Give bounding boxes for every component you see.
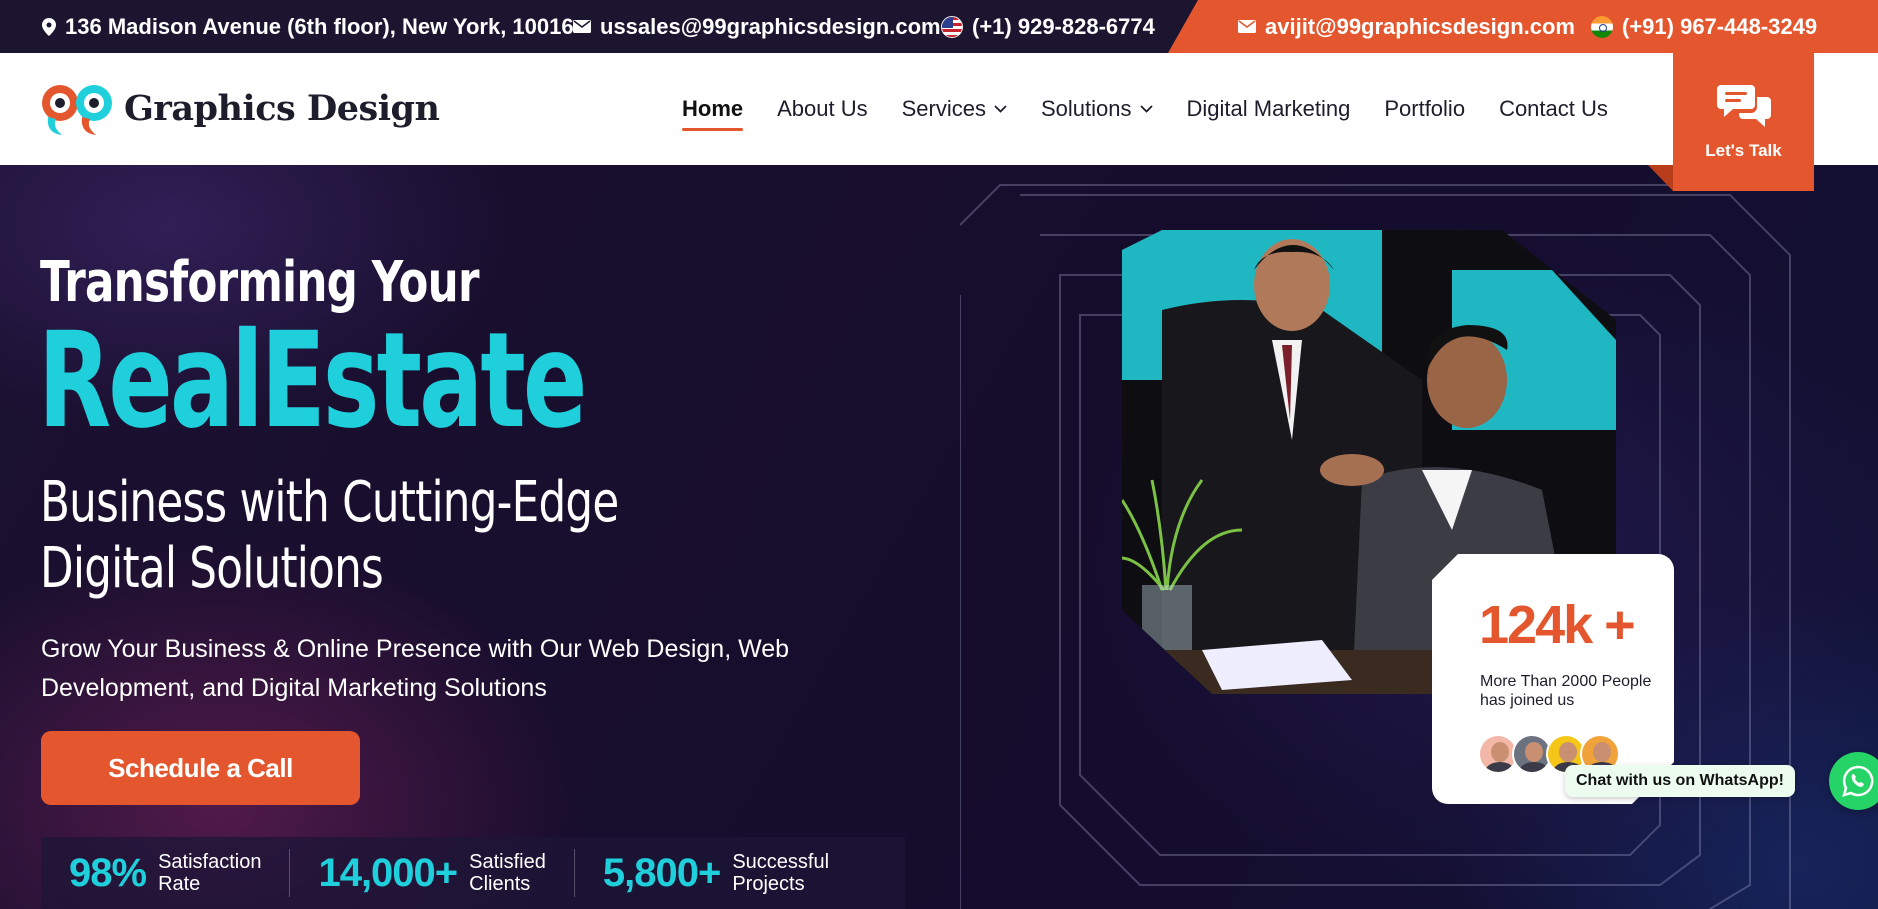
email-us-text: ussales@99graphicsdesign.com <box>600 13 941 39</box>
stats-bar: 98% Satisfaction Rate 14,000+ Satisfied … <box>41 837 905 909</box>
primary-nav: Home About Us Services Solutions Digital… <box>682 53 1608 165</box>
phone-us-text: (+1) 929-828-6774 <box>972 13 1155 39</box>
address-item: 136 Madison Avenue (6th floor), New York… <box>42 0 574 53</box>
hero-section: Transforming Your RealEstate Business wi… <box>0 165 1878 909</box>
phone-us-link[interactable]: (+1) 929-828-6774 <box>941 0 1155 53</box>
nav-item-label: About Us <box>777 96 868 121</box>
nav-item-portfolio[interactable]: Portfolio <box>1384 89 1465 129</box>
lets-talk-label: Let's Talk <box>1705 141 1782 160</box>
stat-label: Satisfied Clients <box>469 851 546 895</box>
whatsapp-button[interactable] <box>1829 752 1878 810</box>
hero-heading-line-3: Business with Cutting-Edge Digital Solut… <box>40 470 619 602</box>
schedule-call-button[interactable]: Schedule a Call <box>41 731 360 805</box>
brand-name: Graphics Design <box>124 87 440 129</box>
location-pin-icon <box>42 17 56 36</box>
phone-in-link[interactable]: (+91) 967-448-3249 <box>1591 0 1817 53</box>
nav-item-label: Portfolio <box>1384 96 1466 121</box>
nav-item-about-us[interactable]: About Us <box>777 89 868 129</box>
stat-satisfaction: 98% Satisfaction Rate <box>41 849 289 897</box>
whatsapp-icon <box>1842 765 1874 797</box>
stat-clients: 14,000+ Satisfied Clients <box>289 849 573 897</box>
chat-bubbles-icon <box>1716 85 1771 127</box>
nav-item-home[interactable]: Home <box>682 89 744 131</box>
email-in-text: avijit@99graphicsdesign.com <box>1265 13 1575 39</box>
nav-item-label: Contact Us <box>1499 96 1608 121</box>
chevron-down-icon <box>994 105 1007 113</box>
hero-heading-line-3b: Digital Solutions <box>40 536 384 601</box>
india-flag-icon <box>1591 15 1613 38</box>
main-navbar: Graphics Design Home About Us Services S… <box>0 53 1878 165</box>
hero-heading-line-3a: Business with Cutting-Edge <box>40 470 619 535</box>
lets-talk-fold <box>1648 165 1673 191</box>
nav-item-services[interactable]: Services <box>902 89 1007 129</box>
top-contact-bar: 136 Madison Avenue (6th floor), New York… <box>0 0 1878 53</box>
logo-mark-icon <box>42 85 112 135</box>
nav-item-contact-us[interactable]: Contact Us <box>1499 89 1608 129</box>
brand-logo[interactable]: Graphics Design <box>40 77 440 139</box>
nav-item-label: Digital Marketing <box>1186 96 1351 121</box>
hero-highlight: RealEstate <box>38 304 587 458</box>
nav-item-label: Home <box>682 96 744 121</box>
nav-item-label: Services <box>901 96 986 121</box>
stat-value: 14,000+ <box>318 850 458 895</box>
address-text: 136 Madison Avenue (6th floor), New York… <box>65 13 574 39</box>
card-number: 124k + <box>1479 595 1634 655</box>
stat-projects: 5,800+ Successful Projects <box>573 849 857 897</box>
stat-value: 5,800+ <box>602 850 721 895</box>
nav-item-solutions[interactable]: Solutions <box>1041 89 1153 129</box>
email-in-link[interactable]: avijit@99graphicsdesign.com <box>1238 0 1575 53</box>
mail-icon <box>573 20 591 33</box>
stat-label: Successful Projects <box>732 851 830 895</box>
card-text: More Than 2000 People has joined us <box>1480 673 1652 709</box>
email-us-link[interactable]: ussales@99graphicsdesign.com <box>573 0 941 53</box>
chevron-down-icon <box>1139 105 1153 113</box>
stat-value: 98% <box>69 850 147 895</box>
mail-icon <box>1238 20 1256 33</box>
nav-item-label: Solutions <box>1040 96 1132 121</box>
phone-in-text: (+91) 967-448-3249 <box>1622 13 1818 39</box>
hero-subtitle: Grow Your Business & Online Presence wit… <box>41 635 790 702</box>
nav-item-digital-marketing[interactable]: Digital Marketing <box>1187 89 1351 129</box>
whatsapp-chat-bubble[interactable]: Chat with us on WhatsApp! <box>1565 765 1795 797</box>
stat-label: Satisfaction Rate <box>158 851 262 895</box>
us-flag-icon <box>941 15 963 38</box>
lets-talk-button[interactable]: Let's Talk <box>1673 53 1814 191</box>
